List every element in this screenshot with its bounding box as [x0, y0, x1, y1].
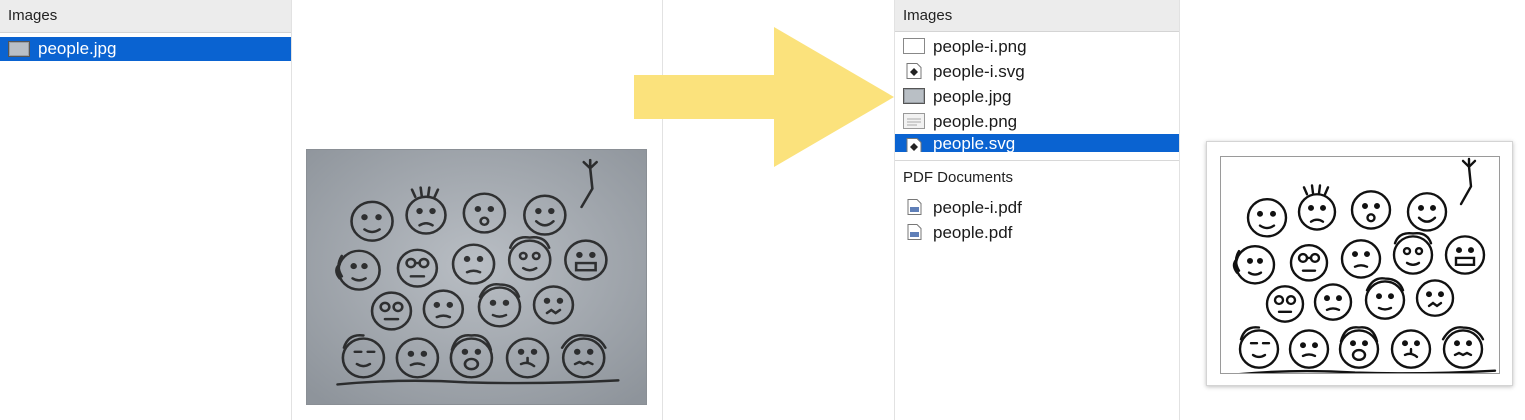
photo-preview-image: [306, 149, 647, 405]
file-row-people-png[interactable]: people.png: [895, 109, 1179, 134]
file-row-label: people.png: [933, 112, 1018, 131]
file-row-label: people-i.pdf: [933, 198, 1022, 217]
pdf-documents-section-header: PDF Documents: [903, 169, 1014, 186]
right-preview-pane: [1180, 0, 1525, 420]
file-row-label: people.svg: [933, 134, 1016, 152]
images-section-header: Images: [0, 0, 291, 33]
jpg-thumbnail-icon: [8, 41, 30, 57]
pdf-document-icon: [907, 199, 922, 215]
arrow-right-icon: [634, 27, 894, 167]
pdf-document-icon: [907, 224, 922, 240]
file-row-people-i-png[interactable]: people-i.png: [895, 34, 1179, 59]
png-thumbnail-icon: [903, 113, 925, 129]
svg-preview-card: [1206, 141, 1513, 386]
file-row-people-i-svg[interactable]: people-i.svg: [895, 59, 1179, 84]
file-row-label: people.pdf: [933, 223, 1013, 242]
file-row-label: people.jpg: [933, 87, 1012, 106]
left-file-list: Images people.jpg: [0, 0, 292, 420]
svg-document-icon: [906, 138, 922, 152]
svg-document-icon: [906, 63, 922, 79]
images-section-header: Images: [895, 0, 1179, 32]
file-row-label: people.jpg: [38, 39, 117, 58]
left-preview-pane: [292, 0, 663, 420]
right-file-list: Images people-i.png people-i.svg people.…: [894, 0, 1180, 420]
file-row-people-i-pdf[interactable]: people-i.pdf: [895, 195, 1179, 220]
svg-preview-image: [1220, 156, 1500, 374]
file-row-people-jpg[interactable]: people.jpg: [0, 37, 291, 61]
file-row-label: people-i.svg: [933, 62, 1025, 81]
file-row-people-svg[interactable]: people.svg: [895, 134, 1179, 152]
file-row-label: people-i.png: [933, 37, 1027, 56]
file-row-people-jpg[interactable]: people.jpg: [895, 84, 1179, 109]
jpg-thumbnail-icon: [903, 88, 925, 104]
blank-png-icon: [903, 38, 925, 54]
file-row-people-pdf[interactable]: people.pdf: [895, 220, 1179, 245]
